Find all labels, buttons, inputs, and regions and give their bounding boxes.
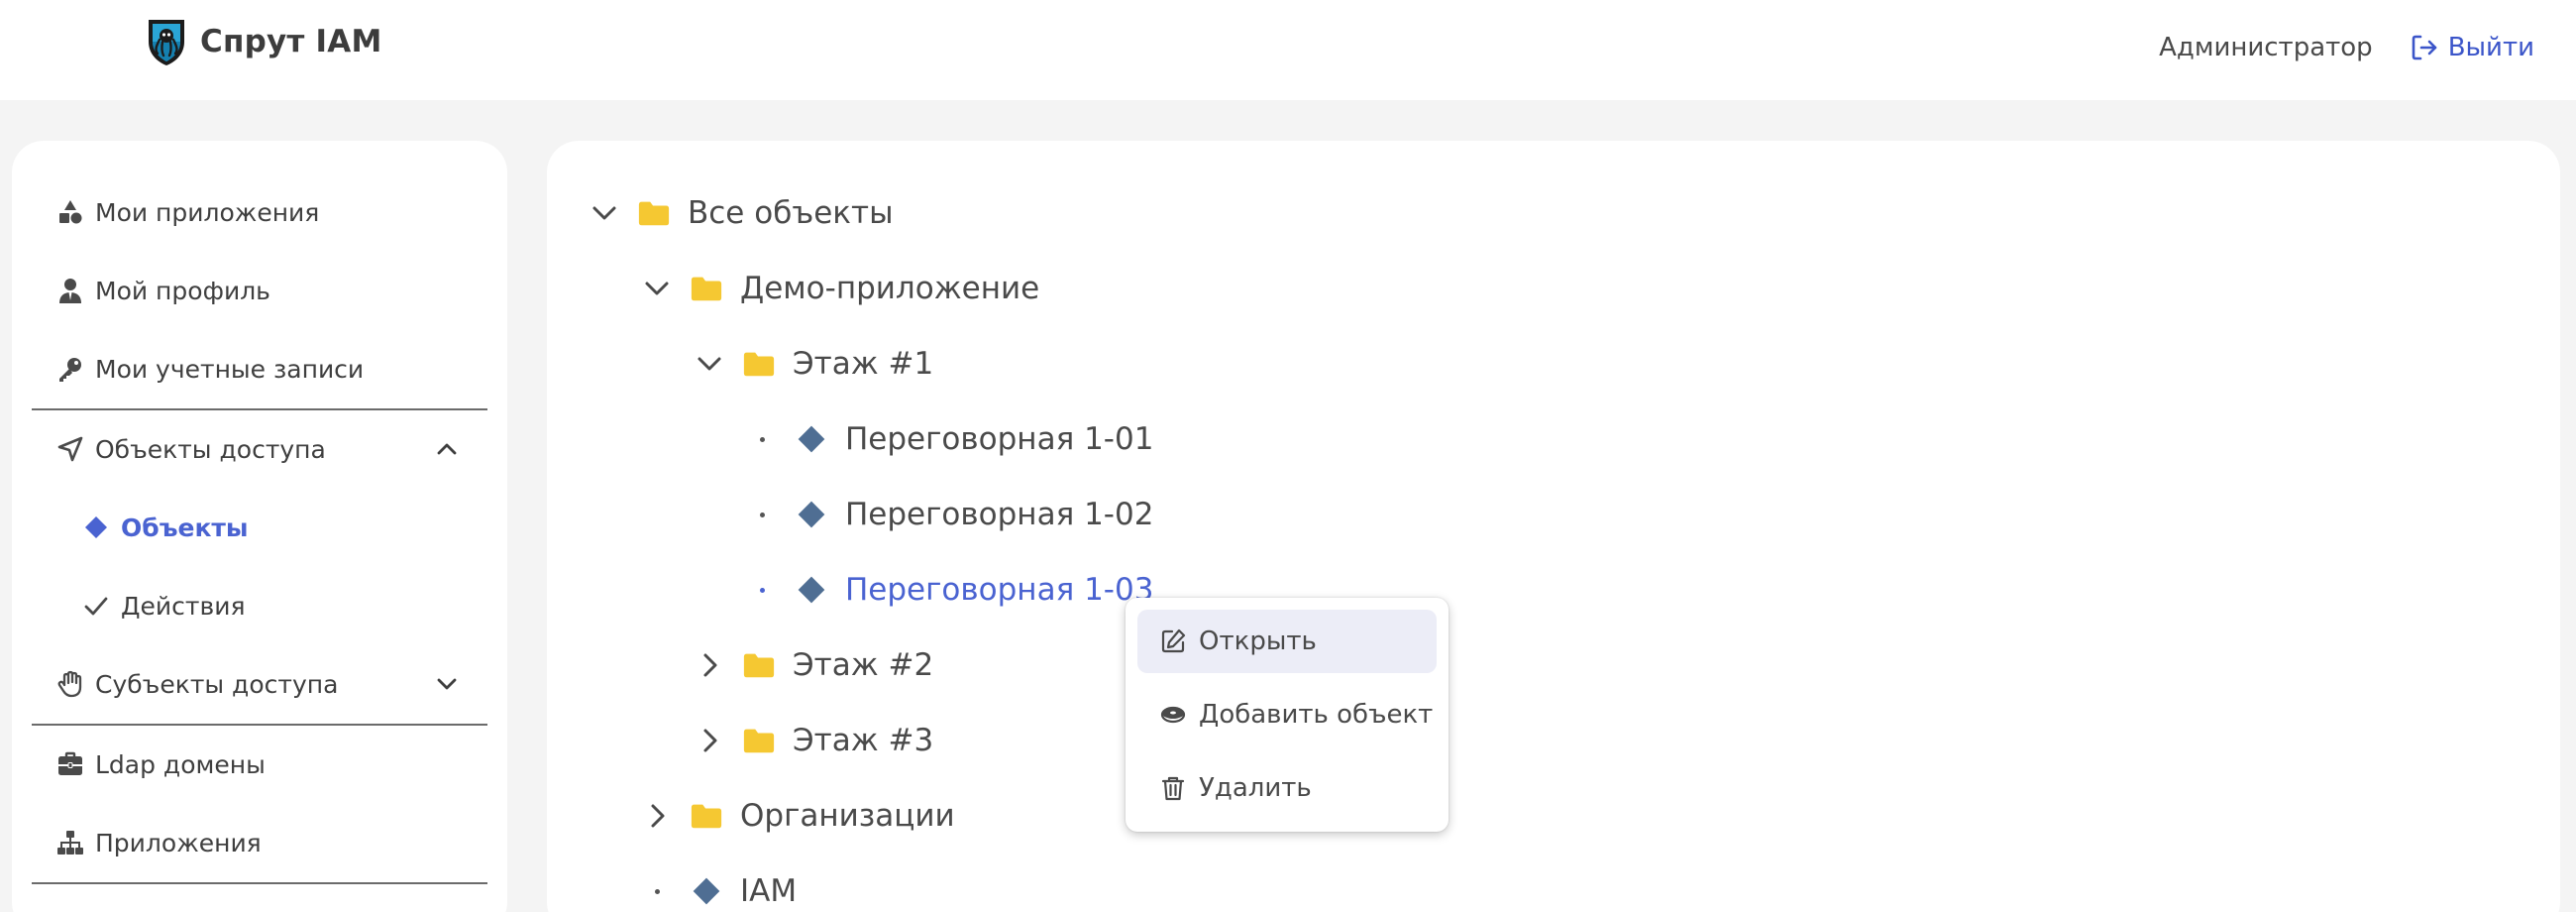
sidebar-item-objects[interactable]: Объекты: [81, 508, 249, 547]
folder-icon: [689, 271, 724, 306]
tree-node-object-selected[interactable]: Переговорная 1-03: [742, 566, 1153, 614]
disk-icon: [1160, 706, 1186, 724]
folder-icon: [636, 195, 672, 231]
objects-tree-panel: Все объекты Демо-приложение Этаж #1 Пере…: [547, 141, 2560, 912]
sidebar-item-applications[interactable]: Приложения: [55, 823, 262, 862]
chevron-right-icon[interactable]: [690, 721, 729, 760]
trash-icon: [1161, 776, 1185, 801]
sidebar: Мои приложения Мой профиль Мои учетные з…: [12, 141, 507, 912]
context-menu: Открыть Добавить объект Удалить: [1126, 598, 1449, 832]
folder-icon: [741, 723, 777, 758]
sitemap-icon: [55, 828, 85, 857]
tree-node-folder[interactable]: Все объекты: [585, 189, 894, 237]
tree-node-label: Переговорная 1-01: [845, 421, 1154, 457]
user-name[interactable]: Администратор: [2159, 33, 2373, 62]
chevron-down-icon[interactable]: [690, 344, 729, 384]
tree-node-object[interactable]: Переговорная 1-02: [742, 491, 1153, 538]
brand-title: Спрут IAM: [200, 24, 382, 59]
logout-label: Выйти: [2447, 33, 2534, 62]
tree-node-folder[interactable]: Организации: [637, 792, 955, 840]
header-user-area: Администратор Выйти: [2159, 28, 2534, 67]
sign-out-icon: [2412, 35, 2436, 60]
sidebar-item-label: Действия: [121, 591, 246, 621]
brand[interactable]: Спрут IAM: [143, 16, 382, 67]
tree-node-folder[interactable]: Этаж #3: [690, 717, 933, 764]
tree-node-object[interactable]: IAM: [637, 867, 797, 912]
sidebar-item-access-objects[interactable]: Объекты доступа: [55, 429, 326, 469]
sidebar-item-label: Объекты: [121, 513, 249, 542]
sidebar-divider: [32, 882, 487, 884]
sidebar-item-my-profile[interactable]: Мой профиль: [55, 271, 270, 310]
tree-node-label: Этаж #3: [793, 723, 934, 758]
key-icon: [55, 354, 85, 384]
sidebar-item-label: Субъекты доступа: [95, 669, 339, 699]
user-tie-icon: [55, 276, 85, 305]
top-header: Спрут IAM Администратор Выйти: [0, 0, 2576, 100]
sidebar-item-my-accounts[interactable]: Мои учетные записи: [55, 349, 364, 389]
sidebar-item-my-apps[interactable]: Мои приложения: [55, 192, 319, 232]
sidebar-divider: [32, 408, 487, 410]
chevron-down-icon[interactable]: [637, 269, 677, 308]
tree-node-folder[interactable]: Демо-приложение: [637, 265, 1039, 312]
tree-node-label: IAM: [740, 873, 798, 909]
chevron-right-icon[interactable]: [637, 796, 677, 836]
chevron-up-icon[interactable]: [432, 434, 462, 464]
sidebar-item-label: Ldap домены: [95, 749, 266, 779]
diamond-icon: [794, 421, 829, 457]
briefcase-icon: [55, 749, 85, 779]
leaf-bullet-icon: [637, 871, 677, 911]
context-menu-label: Открыть: [1199, 627, 1317, 656]
context-menu-add-object[interactable]: Добавить объект: [1137, 683, 1437, 746]
shapes-icon: [55, 197, 85, 227]
diamond-icon: [689, 873, 724, 909]
leaf-bullet-icon: [742, 419, 782, 459]
sidebar-item-label: Мои учетные записи: [95, 354, 365, 384]
tree-node-label: Этаж #2: [793, 647, 934, 683]
tree-node-folder[interactable]: Этаж #1: [690, 340, 933, 388]
tree-node-label: Переговорная 1-02: [845, 497, 1154, 532]
diamond-icon: [81, 513, 111, 542]
edit-icon: [1161, 628, 1186, 653]
tree-node-object[interactable]: Переговорная 1-01: [742, 415, 1153, 463]
octopus-shield-logo-icon: [149, 20, 184, 65]
sidebar-item-label: Объекты доступа: [95, 434, 326, 464]
tree-node-label: Демо-приложение: [740, 271, 1040, 306]
folder-icon: [689, 798, 724, 834]
tree-node-label: Все объекты: [688, 195, 894, 231]
check-icon: [81, 591, 111, 621]
context-menu-label: Удалить: [1199, 773, 1312, 803]
diamond-icon: [794, 572, 829, 608]
sidebar-item-access-subjects[interactable]: Субъекты доступа: [55, 664, 338, 704]
chevron-right-icon[interactable]: [690, 645, 729, 685]
sidebar-item-label: Мой профиль: [95, 276, 270, 305]
sidebar-item-label: Мои приложения: [95, 197, 320, 227]
context-menu-open[interactable]: Открыть: [1137, 610, 1437, 673]
sidebar-item-ldap-domains[interactable]: Ldap домены: [55, 744, 266, 784]
folder-icon: [741, 647, 777, 683]
sidebar-item-label: Приложения: [95, 828, 262, 857]
context-menu-label: Добавить объект: [1199, 700, 1434, 730]
tree-node-label: Организации: [740, 798, 955, 834]
chevron-down-icon[interactable]: [432, 669, 462, 699]
chevron-down-icon[interactable]: [585, 193, 624, 233]
leaf-bullet-icon: [742, 570, 782, 610]
diamond-icon: [794, 497, 829, 532]
sidebar-item-actions[interactable]: Действия: [81, 586, 246, 626]
hand-icon: [55, 669, 85, 699]
leaf-bullet-icon: [742, 495, 782, 534]
tree-node-label: Переговорная 1-03: [845, 572, 1154, 608]
context-menu-delete[interactable]: Удалить: [1137, 756, 1437, 820]
tree-node-folder[interactable]: Этаж #2: [690, 641, 933, 689]
tree-node-label: Этаж #1: [793, 346, 934, 382]
location-arrow-icon: [55, 434, 85, 464]
logout-button[interactable]: Выйти: [2409, 32, 2534, 63]
folder-icon: [741, 346, 777, 382]
sidebar-divider: [32, 724, 487, 726]
